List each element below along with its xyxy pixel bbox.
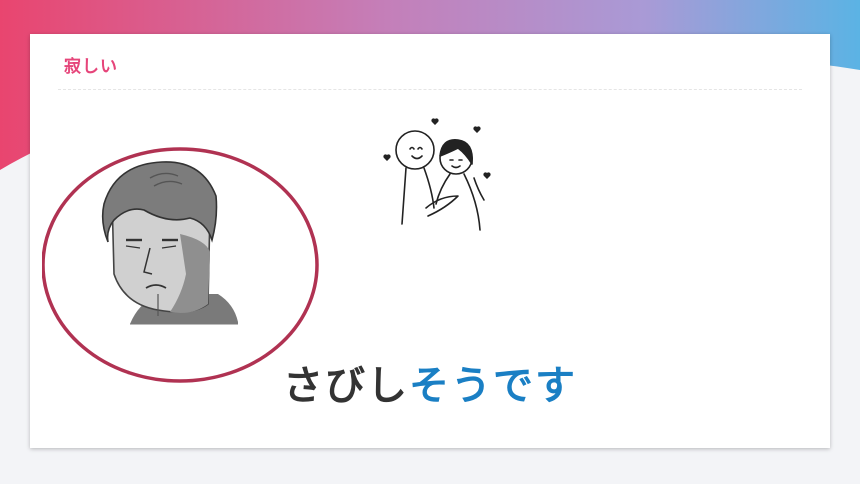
caption-accent: そうです <box>409 363 577 409</box>
slide: 寂しい さびしそうです <box>0 0 860 484</box>
sad-man-icon <box>42 147 319 383</box>
caption-text: さびしそうです <box>30 362 830 410</box>
title-divider <box>58 89 802 90</box>
content-card: 寂しい さびしそうです <box>30 34 830 448</box>
slide-title: 寂しい <box>64 57 118 77</box>
couple-hug-icon <box>383 118 491 231</box>
caption-prefix: さびし <box>283 363 409 409</box>
